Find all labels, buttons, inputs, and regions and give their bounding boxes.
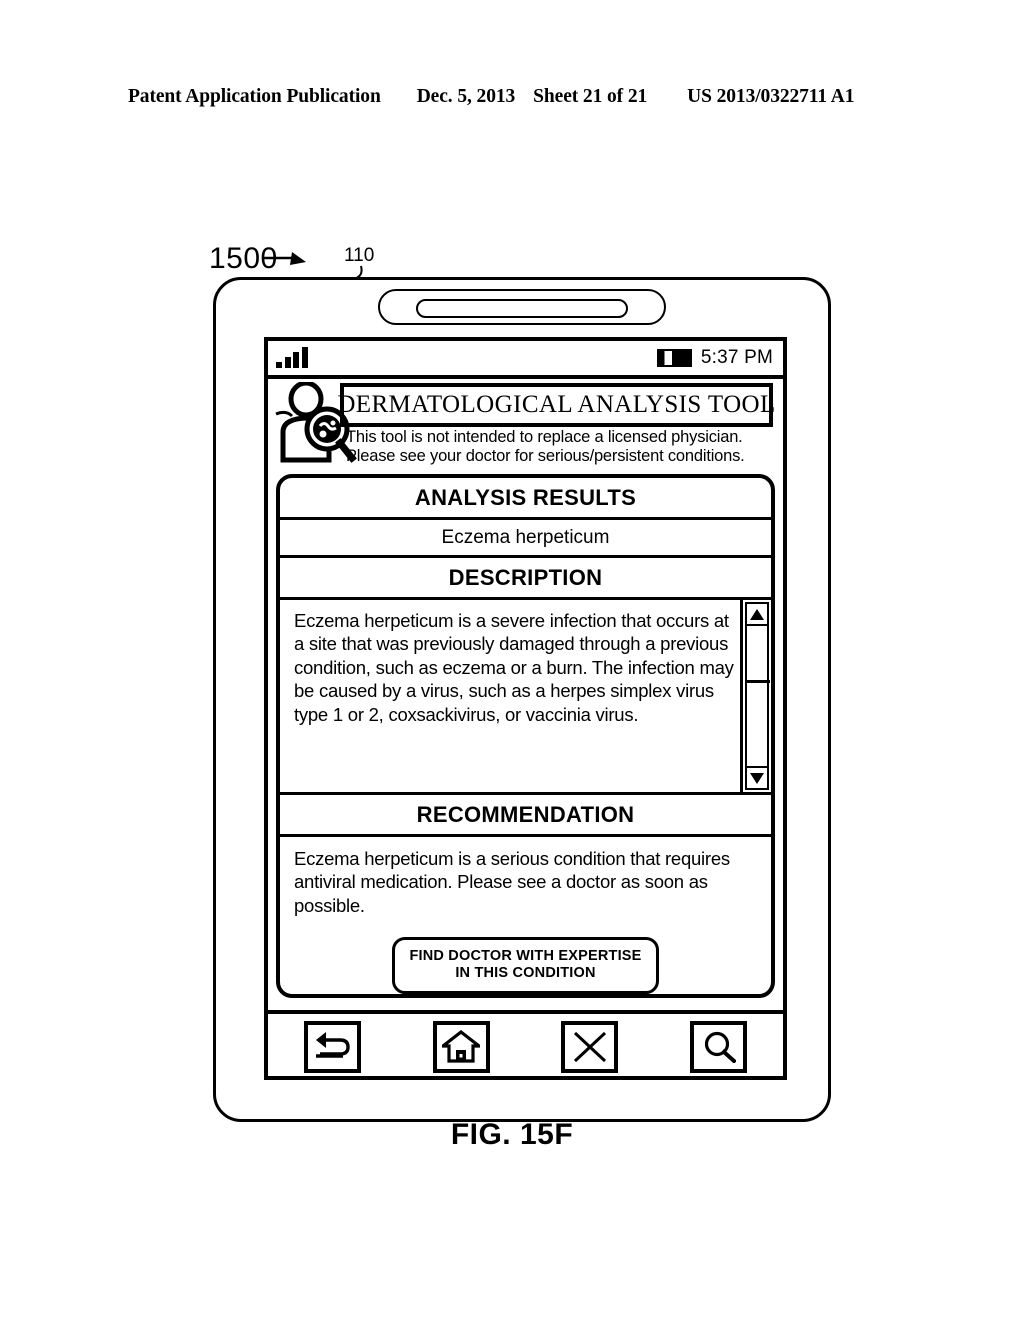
cta-wrap: FIND DOCTOR WITH EXPERTISE IN THIS CONDI… — [280, 923, 771, 995]
publication-date: Dec. 5, 2013 — [416, 86, 516, 107]
app-header: DERMATOLOGICAL ANALYSIS TOOL This tool i… — [268, 379, 783, 474]
reference-numeral-110: 110 — [344, 245, 375, 266]
triangle-up-icon — [750, 608, 764, 620]
device-screen: 5:37 PM DERMATOLOGICAL ANALYSIS TOOL Thi… — [264, 337, 787, 1080]
reference-numeral-1500: 1500 — [209, 242, 278, 275]
figure-caption: FIG. 15F — [450, 1118, 574, 1151]
analysis-results-heading: ANALYSIS RESULTS — [280, 478, 771, 520]
app-title-box: DERMATOLOGICAL ANALYSIS TOOL — [337, 383, 776, 427]
bottom-nav-bar — [268, 1010, 783, 1080]
scrollbar-thumb[interactable] — [744, 626, 770, 683]
home-button[interactable] — [432, 1021, 490, 1074]
description-text: Eczema herpeticum is a severe infection … — [294, 610, 734, 725]
description-area: Eczema herpeticum is a severe infection … — [280, 600, 771, 795]
description-scrollbar[interactable] — [740, 600, 771, 792]
status-bar-right: 5:37 PM — [656, 347, 773, 369]
app-title: DERMATOLOGICAL ANALYSIS TOOL — [337, 391, 776, 418]
disclaimer-text: This tool is not intended to replace a l… — [346, 428, 779, 466]
diagnosis-value: Eczema herpeticum — [280, 520, 771, 558]
back-button[interactable] — [303, 1021, 361, 1074]
speaker-grille — [378, 289, 666, 325]
search-button[interactable] — [690, 1021, 748, 1074]
scrollbar-track-remainder[interactable] — [747, 682, 767, 766]
recommendation-text: Eczema herpeticum is a serious condition… — [294, 848, 730, 916]
scrollbar-track[interactable] — [744, 626, 770, 766]
description-heading: DESCRIPTION — [280, 558, 771, 600]
scroll-up-button[interactable] — [745, 602, 769, 626]
publication-label: Patent Application Publication — [128, 86, 381, 107]
disclaimer-line-2: Please see your doctor for serious/persi… — [346, 447, 745, 465]
home-icon — [442, 1030, 481, 1063]
battery-icon — [656, 349, 692, 367]
find-doctor-button-line-1: FIND DOCTOR WITH EXPERTISE — [409, 948, 642, 965]
speaker-grille-inner — [416, 299, 628, 318]
back-arrow-icon — [316, 1032, 351, 1058]
scroll-down-button[interactable] — [745, 766, 769, 790]
recommendation-heading: RECOMMENDATION — [280, 795, 771, 837]
status-bar: 5:37 PM — [268, 341, 783, 379]
analysis-results-panel: ANALYSIS RESULTS Eczema herpeticum DESCR… — [276, 474, 775, 999]
patent-page-header: Patent Application Publication Dec. 5, 2… — [128, 86, 896, 108]
triangle-down-icon — [750, 772, 764, 784]
find-doctor-button[interactable]: FIND DOCTOR WITH EXPERTISE IN THIS CONDI… — [392, 937, 659, 995]
results-panel-wrap: ANALYSIS RESULTS Eczema herpeticum DESCR… — [268, 474, 783, 1010]
search-magnifier-icon — [704, 1032, 736, 1064]
mobile-device-body: 5:37 PM DERMATOLOGICAL ANALYSIS TOOL Thi… — [213, 277, 831, 1122]
signal-bars-icon — [276, 347, 308, 368]
sheet-number: Sheet 21 of 21 — [533, 86, 648, 107]
patent-number: US 2013/0322711 A1 — [687, 86, 855, 107]
close-button[interactable] — [561, 1021, 619, 1074]
close-x-icon — [573, 1032, 606, 1063]
find-doctor-button-line-2: IN THIS CONDITION — [455, 965, 596, 982]
clock-label: 5:37 PM — [700, 347, 773, 368]
disclaimer-line-1: This tool is not intended to replace a l… — [346, 428, 743, 446]
